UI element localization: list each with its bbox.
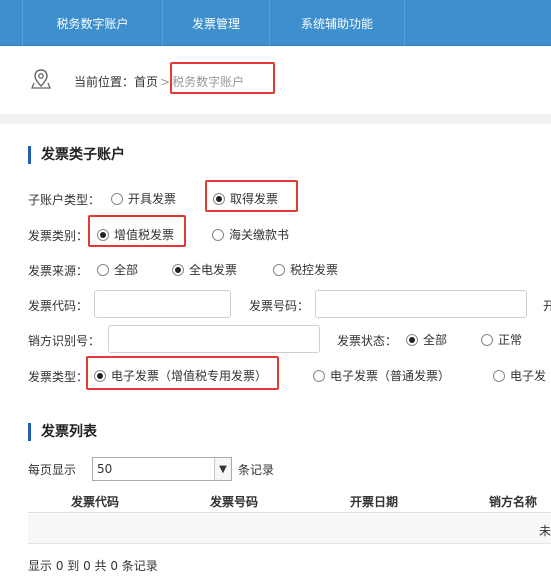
- radio-status-all[interactable]: 全部: [406, 331, 447, 348]
- seller-id-input[interactable]: [108, 325, 320, 353]
- radio-issue-invoice[interactable]: 开具发票: [111, 190, 176, 207]
- radio-vat-invoice[interactable]: 增值税发票: [97, 226, 174, 243]
- invoice-number-label: 发票号码：: [249, 299, 310, 313]
- radio-receive-invoice[interactable]: 取得发票: [213, 190, 278, 207]
- column-header-seller-name[interactable]: 销方名称: [489, 493, 537, 510]
- radio-dot-icon: [213, 192, 225, 205]
- invoice-code-label: 发票代码：: [28, 299, 89, 313]
- seller-id-label: 销方识别号：: [28, 334, 101, 348]
- radio-status-normal[interactable]: 正常: [481, 331, 522, 348]
- radio-e-invoice-other[interactable]: 电子发: [493, 367, 546, 384]
- nav-item-system-aux[interactable]: 系统辅助功能: [270, 0, 405, 46]
- nav-item-invoice-management[interactable]: 发票管理: [163, 0, 270, 46]
- radio-dot-icon: [493, 369, 505, 382]
- breadcrumb-prefix: 当前位置：: [74, 75, 135, 89]
- top-nav: 税务数字账户 发票管理 系统辅助功能: [0, 0, 551, 46]
- radio-dot-icon: [111, 192, 123, 205]
- record-summary: 显示 0 到 0 共 0 条记录: [28, 559, 158, 573]
- radio-source-tax-control[interactable]: 税控发票: [273, 261, 338, 278]
- breadcrumb: 当前位置：首页 > 税务数字账户: [74, 73, 244, 90]
- chevron-down-icon: ▼: [214, 458, 231, 480]
- invoice-kind-label: 发票类型：: [28, 370, 89, 384]
- truncated-label: 开: [543, 299, 551, 313]
- section-title-sub-account: 发票类子账户: [28, 146, 125, 164]
- invoice-code-input[interactable]: [94, 290, 231, 318]
- radio-dot-icon: [94, 369, 106, 382]
- radio-e-invoice-ordinary[interactable]: 电子发票（普通发票）: [313, 367, 450, 384]
- radio-dot-icon: [172, 263, 184, 276]
- column-header-invoice-number[interactable]: 发票号码: [210, 493, 258, 510]
- section-divider: [0, 114, 551, 124]
- empty-text: 未找: [538, 524, 551, 538]
- radio-e-invoice-special[interactable]: 电子发票（增值税专用发票）: [94, 367, 267, 384]
- radio-source-all[interactable]: 全部: [97, 261, 138, 278]
- invoice-category-label: 发票类别：: [28, 229, 89, 243]
- table-empty-row: 未找: [28, 514, 551, 544]
- invoice-status-label: 发票状态：: [337, 334, 398, 348]
- breadcrumb-current: 税务数字账户: [172, 75, 245, 89]
- per-page-value: 50: [97, 462, 113, 476]
- column-header-issue-date[interactable]: 开票日期: [350, 493, 398, 510]
- breadcrumb-home-link[interactable]: 首页: [134, 75, 158, 89]
- per-page-select[interactable]: 50 ▼: [92, 457, 232, 481]
- per-page-prefix: 每页显示: [28, 463, 77, 477]
- radio-customs-payment[interactable]: 海关缴款书: [212, 226, 289, 243]
- invoice-number-input[interactable]: [315, 290, 527, 318]
- location-pin-icon: [31, 69, 51, 89]
- breadcrumb-area: 当前位置：首页 > 税务数字账户: [0, 46, 551, 114]
- radio-dot-icon: [273, 263, 285, 276]
- radio-dot-icon: [313, 369, 325, 382]
- radio-dot-icon: [212, 228, 224, 241]
- invoice-source-label: 发票来源：: [28, 264, 89, 278]
- nav-item-tax-digital-account[interactable]: 税务数字账户: [22, 0, 163, 46]
- breadcrumb-separator: >: [160, 75, 171, 89]
- section-title-invoice-list: 发票列表: [28, 423, 97, 441]
- sub-account-type-label: 子账户类型：: [28, 193, 101, 207]
- column-header-invoice-code[interactable]: 发票代码: [71, 493, 119, 510]
- radio-dot-icon: [481, 333, 493, 346]
- table-header: 发票代码 发票号码 开票日期 销方名称: [28, 487, 551, 513]
- per-page-suffix: 条记录: [238, 463, 275, 477]
- radio-dot-icon: [97, 263, 109, 276]
- radio-source-fully-digital[interactable]: 全电发票: [172, 261, 237, 278]
- radio-dot-icon: [97, 228, 109, 241]
- radio-dot-icon: [406, 333, 418, 346]
